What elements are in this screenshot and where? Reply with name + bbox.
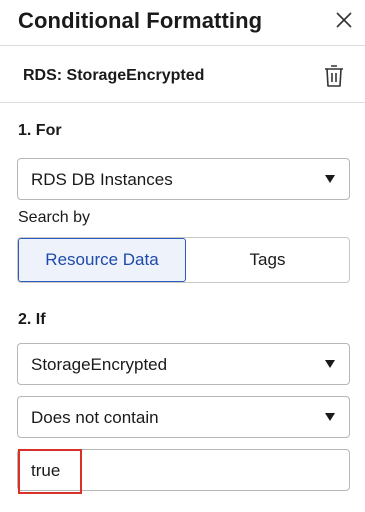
field-value: StorageEncrypted bbox=[31, 355, 168, 374]
rule-header: RDS: StorageEncrypted bbox=[0, 46, 365, 103]
operator-select[interactable]: Does not contain bbox=[17, 396, 350, 438]
close-icon bbox=[336, 12, 352, 28]
operator-value: Does not contain bbox=[31, 408, 159, 427]
rule-name: RDS: StorageEncrypted bbox=[23, 67, 205, 84]
chevron-down-icon bbox=[325, 175, 335, 183]
toggle-tags[interactable]: Tags bbox=[186, 238, 349, 282]
trash-icon bbox=[325, 65, 343, 87]
close-button[interactable] bbox=[333, 9, 355, 31]
chevron-down-icon bbox=[325, 360, 335, 368]
field-select[interactable]: StorageEncrypted bbox=[17, 343, 350, 385]
if-section-label: 2. If bbox=[18, 311, 46, 328]
panel-header: Conditional Formatting bbox=[0, 0, 365, 46]
toggle-resource-data[interactable]: Resource Data bbox=[18, 238, 186, 282]
condition-value-input[interactable]: true bbox=[17, 449, 350, 491]
panel-title: Conditional Formatting bbox=[18, 8, 263, 33]
for-section-label: 1. For bbox=[18, 122, 62, 139]
resource-type-value: RDS DB Instances bbox=[31, 170, 173, 189]
resource-type-select[interactable]: RDS DB Instances bbox=[17, 158, 350, 200]
search-by-toggle: Resource Data Tags bbox=[17, 237, 350, 283]
chevron-down-icon bbox=[325, 413, 335, 421]
condition-value-text: true bbox=[31, 461, 61, 480]
search-by-label: Search by bbox=[18, 209, 91, 226]
delete-rule-button[interactable] bbox=[323, 63, 345, 89]
